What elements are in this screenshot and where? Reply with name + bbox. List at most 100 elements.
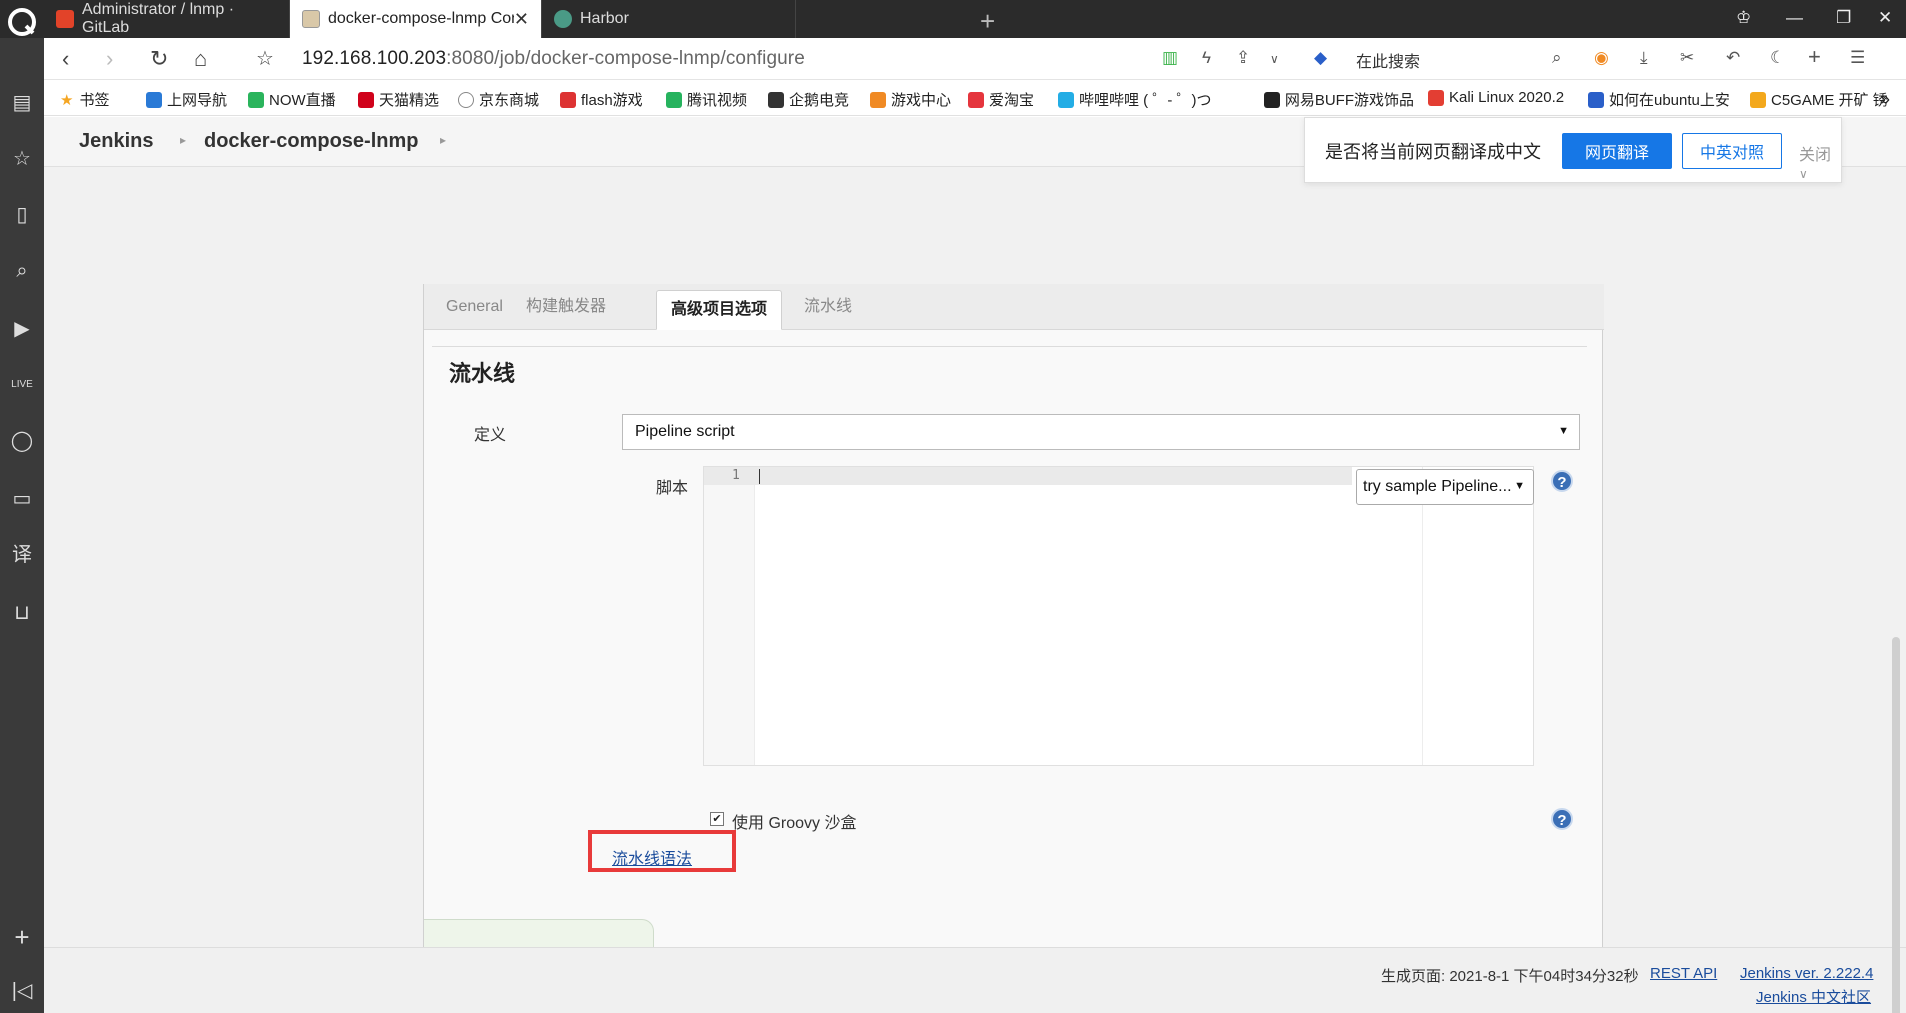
tab-harbor[interactable]: Harbor: [542, 0, 796, 38]
cart-icon[interactable]: ⊔: [9, 600, 35, 626]
section-title: 流水线: [449, 361, 516, 386]
bookmark-item[interactable]: 如何在ubuntu上安: [1588, 89, 1730, 110]
flash-icon: [560, 91, 576, 108]
briefcase-icon[interactable]: ▭: [9, 486, 35, 512]
lightning-icon[interactable]: ϟ: [1202, 48, 1211, 68]
book-icon[interactable]: ▯: [9, 202, 35, 228]
bookmark-item[interactable]: C5GAME 开矿 锈: [1750, 89, 1888, 110]
reader-icon[interactable]: ▥: [1162, 48, 1178, 68]
translate-icon[interactable]: 译: [9, 542, 35, 568]
breadcrumb-jenkins[interactable]: Jenkins: [79, 130, 153, 153]
tab-general[interactable]: General: [432, 284, 517, 330]
definition-label: 定义: [474, 427, 507, 444]
forward-icon[interactable]: ›: [106, 46, 113, 72]
tab-build-triggers[interactable]: 构建触发器: [512, 284, 620, 330]
dropdown-arrow-icon: ▼: [1558, 425, 1569, 437]
add-tab-icon[interactable]: +: [1808, 44, 1821, 70]
bookmark-item[interactable]: 腾讯视频: [666, 89, 747, 110]
tab-advanced-options[interactable]: 高级项目选项: [656, 290, 783, 330]
translate-popup: 是否将当前网页翻译成中文 网页翻译 中英对照 关闭 ∨: [1304, 117, 1842, 183]
tab-title: Harbor: [580, 10, 629, 27]
help-icon[interactable]: ?: [1551, 470, 1573, 492]
jenkins-chinese-link[interactable]: Jenkins 中文社区: [1756, 986, 1871, 1007]
tab-pipeline[interactable]: 流水线: [790, 284, 866, 330]
chevron-down-icon: ∨: [1799, 167, 1808, 181]
tab-jenkins-config[interactable]: docker-compose-lnmp Config [Je ✕: [290, 0, 542, 38]
game-icon[interactable]: ◉: [1594, 48, 1609, 68]
help-icon[interactable]: ?: [1551, 808, 1573, 830]
translate-button[interactable]: 网页翻译: [1562, 133, 1672, 169]
bookmark-item[interactable]: 京东商城: [458, 89, 539, 110]
chat-icon[interactable]: ◯: [9, 428, 35, 454]
jenkins-version-link[interactable]: Jenkins ver. 2.222.4: [1740, 965, 1873, 982]
baidu-icon[interactable]: ◆: [1314, 48, 1327, 68]
config-panel: General 构建触发器 高级项目选项 流水线 流水线 定义 Pipeline…: [423, 284, 1604, 1013]
url-field[interactable]: 192.168.100.203:8080/job/docker-compose-…: [302, 48, 805, 70]
harbor-icon: [554, 10, 572, 28]
tab-gitlab[interactable]: Administrator / lnmp · GitLab: [44, 0, 290, 38]
rest-api-link[interactable]: REST API: [1650, 965, 1717, 982]
bookmark-item[interactable]: 游戏中心: [870, 89, 951, 110]
star-icon[interactable]: ☆: [9, 146, 35, 172]
dropdown-arrow-icon: ▼: [1514, 480, 1525, 492]
news-icon[interactable]: ▤: [9, 90, 35, 116]
close-translate-button[interactable]: 关闭 ∨: [1799, 141, 1841, 183]
home-icon[interactable]: ⌂: [194, 46, 207, 72]
close-window-icon[interactable]: ✕: [1878, 8, 1892, 28]
scissors-icon[interactable]: ✂: [1680, 48, 1694, 68]
chevron-down-icon[interactable]: ∨: [1270, 52, 1279, 66]
bilingual-button[interactable]: 中英对照: [1682, 133, 1782, 169]
bookmark-item[interactable]: NOW直播: [248, 89, 336, 110]
new-tab-icon[interactable]: +: [980, 6, 995, 37]
bookmark-item[interactable]: flash游戏: [560, 89, 643, 110]
reload-icon[interactable]: ↻: [150, 46, 168, 72]
browser-tab-bar: Administrator / lnmp · GitLab docker-com…: [0, 0, 1906, 38]
bookmark-item[interactable]: ★ 书签: [60, 89, 109, 110]
shirt-icon[interactable]: ♔: [1736, 8, 1751, 28]
bookmark-star-icon[interactable]: ☆: [256, 46, 274, 71]
bookmark-item[interactable]: 天猫精选: [358, 89, 439, 110]
minimize-icon[interactable]: —: [1786, 8, 1803, 28]
browser-logo-icon[interactable]: [6, 6, 38, 38]
buff-icon: [1264, 91, 1280, 108]
pipeline-script-editor[interactable]: 1: [703, 466, 1534, 766]
bookmark-item[interactable]: 哔哩哔哩 ( ゜- ゜)つ: [1058, 89, 1212, 110]
try-sample-pipeline-select[interactable]: try sample Pipeline... ▼: [1356, 469, 1534, 505]
restore-icon[interactable]: ❐: [1836, 8, 1851, 28]
bookmark-item[interactable]: 上网导航: [146, 89, 227, 110]
gitlab-icon: [56, 10, 74, 28]
undo-icon[interactable]: ↶: [1726, 48, 1740, 68]
breadcrumb-job[interactable]: docker-compose-lnmp: [204, 130, 418, 153]
live-icon[interactable]: LIVE: [9, 372, 35, 398]
bookmark-item[interactable]: Kali Linux 2020.2: [1428, 89, 1564, 106]
groovy-sandbox-checkbox[interactable]: ✔: [710, 812, 724, 826]
search-input[interactable]: 在此搜索: [1356, 48, 1420, 72]
search-go-icon[interactable]: ⌕: [1552, 48, 1562, 68]
jenkins-footer: 生成页面: 2021-8-1 下午04时34分32秒 REST API Jenk…: [44, 947, 1906, 1013]
bookmark-item[interactable]: 爱淘宝: [968, 89, 1034, 110]
editor-gutter: [704, 467, 755, 765]
night-mode-icon[interactable]: ☾: [1770, 48, 1785, 68]
breadcrumb-separator-icon[interactable]: ▸: [440, 133, 446, 147]
video-icon[interactable]: ▶: [9, 316, 35, 342]
penguin-icon: [768, 91, 784, 108]
search-icon[interactable]: ⌕: [9, 258, 35, 284]
config-tabs: General 构建触发器 高级项目选项 流水线: [424, 284, 1604, 330]
section-divider: [432, 346, 1587, 347]
back-icon[interactable]: ‹: [62, 46, 69, 72]
download-icon[interactable]: ⤓: [1640, 48, 1648, 68]
more-bookmarks-icon[interactable]: »: [1880, 89, 1890, 110]
bookmark-item[interactable]: 企鹅电竞: [768, 89, 849, 110]
tencent-video-icon: [666, 91, 682, 108]
jenkins-icon: [302, 10, 320, 28]
share-icon[interactable]: ⇪: [1236, 48, 1250, 68]
definition-select[interactable]: Pipeline script ▼: [622, 414, 1580, 450]
close-icon[interactable]: ✕: [514, 9, 529, 30]
page-scrollbar[interactable]: [1892, 637, 1900, 1013]
script-label: 脚本: [656, 480, 689, 497]
collapse-sidebar-icon[interactable]: |◁: [9, 978, 35, 1004]
add-icon[interactable]: +: [9, 924, 35, 950]
menu-icon[interactable]: ☰: [1850, 48, 1865, 68]
bookmark-item[interactable]: 网易BUFF游戏饰品: [1264, 89, 1414, 110]
pipeline-syntax-link[interactable]: 流水线语法: [612, 845, 692, 869]
